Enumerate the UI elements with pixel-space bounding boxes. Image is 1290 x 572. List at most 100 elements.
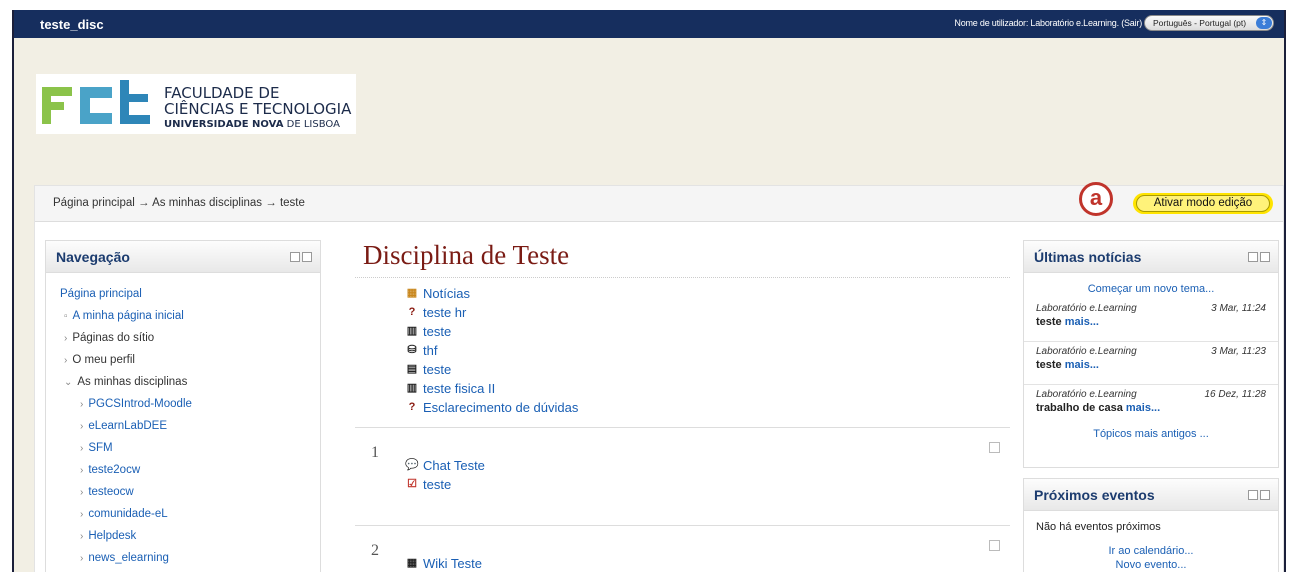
- logo-line3-bold: UNIVERSIDADE NOVA: [164, 119, 284, 130]
- news-body: Começar um novo tema... Laboratório e.Le…: [1024, 273, 1278, 454]
- section-number: 1: [371, 444, 379, 461]
- news-item: Laboratório e.Learning 3 Mar, 11:24 test…: [1024, 299, 1278, 342]
- news-title: Últimas notícias: [1034, 249, 1142, 265]
- calendar-link[interactable]: Ir ao calendário...: [1024, 545, 1278, 559]
- chevron-right-icon: ›: [80, 421, 84, 432]
- activity-item[interactable]: ▤ teste: [405, 360, 1010, 379]
- news-item: Laboratório e.Learning 16 Dez, 11:28 tra…: [1036, 389, 1266, 414]
- quiz-icon: ☑: [407, 478, 417, 490]
- edit-mode-label: Ativar modo edição: [1136, 195, 1270, 212]
- right-column: Últimas notícias Começar um novo tema...…: [1023, 240, 1279, 572]
- nav-item-course[interactable]: › PGCSIntrod-Moodle: [60, 393, 320, 415]
- course-section-1: 1 💬 Chat Teste ☑ teste: [355, 427, 1010, 525]
- select-arrows-icon: ⇕: [1256, 17, 1272, 29]
- chevron-right-icon: ›: [64, 355, 68, 366]
- nav-bar: Página principal → As minhas disciplinas…: [35, 182, 1283, 222]
- block-controls[interactable]: [1248, 252, 1270, 262]
- news-more-link[interactable]: mais...: [1126, 402, 1160, 414]
- language-select-value: Português - Portugal (pt): [1153, 18, 1247, 28]
- activity-item[interactable]: ? Esclarecimento de dúvidas: [405, 398, 1010, 417]
- nav-item-course[interactable]: › Helpdesk: [60, 525, 320, 547]
- events-title: Próximos eventos: [1034, 487, 1155, 503]
- section-checkbox[interactable]: [989, 442, 1000, 453]
- logo-line3-rest: DE LISBOA: [283, 119, 340, 130]
- annotation-marker: a: [1079, 182, 1113, 216]
- page-icon: ▤: [406, 363, 418, 375]
- svg-text:UNIVERSIDADE NOVA DE LISBOA: UNIVERSIDADE NOVA DE LISBOA: [164, 119, 340, 130]
- new-event-link[interactable]: Novo evento...: [1024, 559, 1278, 572]
- nav-item-course[interactable]: › eLearnLabDEE: [60, 415, 320, 437]
- activity-item[interactable]: ▥ teste fisica II: [405, 379, 1010, 398]
- nav-item-course[interactable]: › SFM: [60, 437, 320, 459]
- navigation-block: Navegação Página principal ▫ A minha pági…: [45, 240, 321, 572]
- fct-logo[interactable]: FACULDADE DE CIÊNCIAS E TECNOLOGIA UNIVE…: [36, 74, 356, 134]
- nav-item-my-courses[interactable]: ⌄ As minhas disciplinas: [60, 371, 320, 393]
- chevron-down-icon: ⌄: [64, 377, 73, 388]
- breadcrumb: Página principal → As minhas disciplinas…: [53, 197, 305, 209]
- chevron-right-icon: ›: [64, 333, 68, 344]
- chevron-right-icon: ›: [80, 531, 84, 542]
- dock-icon[interactable]: [1260, 252, 1270, 262]
- activity-item[interactable]: ☑ teste: [405, 475, 1010, 494]
- nav-item-home[interactable]: Página principal: [60, 283, 320, 305]
- block-controls[interactable]: [290, 252, 312, 262]
- login-info[interactable]: Nome de utilizador: Laboratório e.Learni…: [954, 18, 1142, 28]
- collapse-icon[interactable]: [1248, 252, 1258, 262]
- news-block: Últimas notícias Começar um novo tema...…: [1023, 240, 1279, 468]
- chevron-right-icon: ›: [80, 487, 84, 498]
- news-more-link[interactable]: mais...: [1065, 359, 1099, 371]
- dock-icon[interactable]: [302, 252, 312, 262]
- chevron-right-icon: ›: [80, 399, 84, 410]
- activity-item[interactable]: ▥ teste: [405, 322, 1010, 341]
- activity-item[interactable]: ⛁ thf: [405, 341, 1010, 360]
- news-item: Laboratório e.Learning 3 Mar, 11:23 test…: [1024, 342, 1278, 385]
- logo-line2: CIÊNCIAS E TECNOLOGIA: [164, 99, 352, 118]
- events-header: Próximos eventos: [1024, 479, 1278, 511]
- nav-item-course[interactable]: › teste2ocw: [60, 459, 320, 481]
- new-topic-link[interactable]: Começar um novo tema...: [1024, 273, 1278, 299]
- chat-icon: 💬: [405, 459, 419, 471]
- chevron-right-icon: ›: [80, 443, 84, 454]
- news-more-link[interactable]: mais...: [1065, 316, 1099, 328]
- question-icon: ?: [408, 306, 416, 318]
- collapse-icon[interactable]: [290, 252, 300, 262]
- question-icon: ?: [408, 401, 416, 413]
- nav-item-site-pages[interactable]: › Páginas do sítio: [60, 327, 320, 349]
- nav-item-course[interactable]: › testeocw: [60, 481, 320, 503]
- nav-item-my-home[interactable]: ▫ A minha página inicial: [60, 305, 320, 327]
- glossary-icon: ▥: [406, 382, 418, 394]
- nav-item-course[interactable]: › comunidade-eL: [60, 503, 320, 525]
- site-name-link[interactable]: teste_disc: [40, 17, 104, 32]
- edit-mode-button[interactable]: Ativar modo edição: [1133, 193, 1273, 214]
- activity-item[interactable]: ? teste hr: [405, 303, 1010, 322]
- activity-item[interactable]: 💬 Chat Teste: [405, 456, 1010, 475]
- activity-list: ▦ Notícias ? teste hr ▥ teste ⛁ thf ▤ teste ▥…: [355, 284, 1010, 417]
- navigation-list: Página principal ▫ A minha página inicial…: [46, 273, 320, 569]
- section-checkbox[interactable]: [989, 540, 1000, 551]
- older-topics-link[interactable]: Tópicos mais antigos ...: [1024, 428, 1278, 454]
- course-section-2: 2 ▦ Wiki Teste: [355, 525, 1010, 572]
- navigation-title: Navegação: [56, 249, 130, 265]
- no-events-text: Não há eventos próximos: [1036, 521, 1161, 533]
- wiki-icon: ▦: [406, 557, 418, 569]
- nav-item-course[interactable]: › news_elearning: [60, 547, 320, 569]
- page-content: Página principal → As minhas disciplinas…: [34, 182, 1284, 572]
- breadcrumb-current[interactable]: teste: [280, 197, 305, 209]
- events-block: Próximos eventos Não há eventos próximos…: [1023, 478, 1279, 572]
- chevron-right-icon: ›: [80, 509, 84, 520]
- breadcrumb-home[interactable]: Página principal: [53, 197, 135, 209]
- top-bar: teste_disc Nome de utilizador: Laboratór…: [14, 10, 1284, 38]
- breadcrumb-my-courses[interactable]: As minhas disciplinas: [152, 197, 262, 209]
- dock-icon[interactable]: [1260, 490, 1270, 500]
- breadcrumb-separator: →: [265, 197, 277, 209]
- block-controls[interactable]: [1248, 490, 1270, 500]
- navigation-header: Navegação: [46, 241, 320, 273]
- language-select[interactable]: Português - Portugal (pt) ⇕: [1144, 15, 1274, 31]
- course-main: Disciplina de Teste ▦ Notícias ? teste hr …: [355, 240, 1010, 572]
- browser-frame: teste_disc Nome de utilizador: Laboratór…: [12, 10, 1286, 572]
- collapse-icon[interactable]: [1248, 490, 1258, 500]
- activity-item[interactable]: ▦ Notícias: [405, 284, 1010, 303]
- nav-item-my-profile[interactable]: › O meu perfil: [60, 349, 320, 371]
- chevron-right-icon: ›: [80, 465, 84, 476]
- activity-item[interactable]: ▦ Wiki Teste: [405, 554, 1010, 572]
